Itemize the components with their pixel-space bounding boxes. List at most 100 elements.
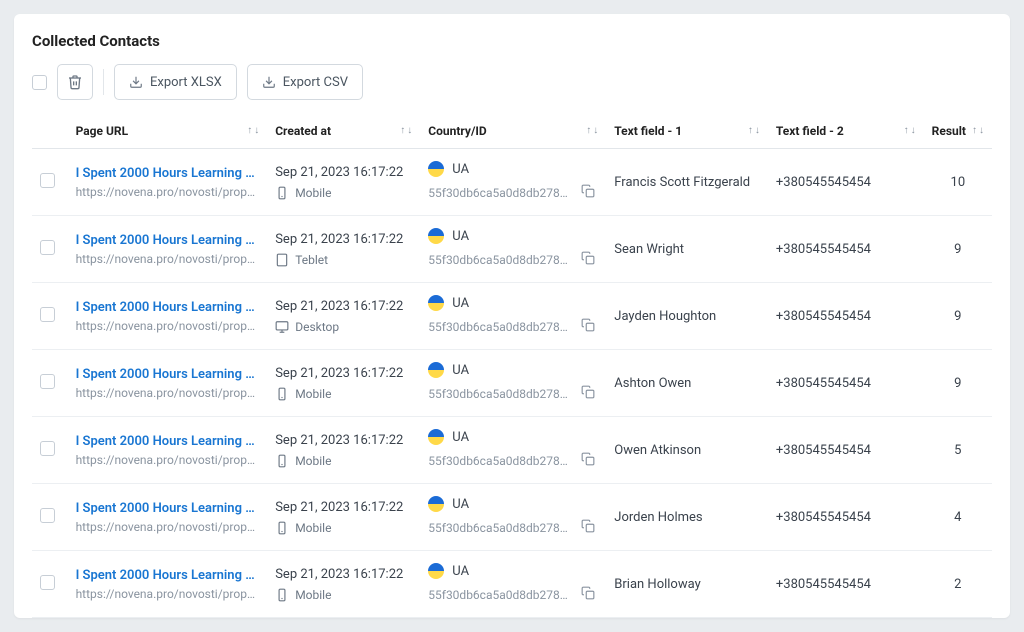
col-result[interactable]: Result↑↓ (924, 114, 992, 149)
row-checkbox[interactable] (40, 374, 55, 389)
page-title-link[interactable]: I Spent 2000 Hours Learning How To… (76, 434, 256, 449)
contacts-table: Page URL↑↓ Created at↑↓ Country/ID↑↓ Tex… (32, 114, 992, 618)
country-code: UA (452, 363, 469, 378)
device-text: Mobile (295, 521, 331, 535)
sort-icon: ↑↓ (748, 126, 760, 136)
col-page-url[interactable]: Page URL↑↓ (68, 114, 268, 149)
copy-id-button[interactable] (578, 451, 598, 471)
col-text-field-1[interactable]: Text field - 1↑↓ (606, 114, 768, 149)
created-at-text: Sep 21, 2023 16:17:22 (275, 299, 412, 314)
result-value: 5 (924, 417, 992, 484)
text-field-2: +380545545454 (768, 551, 924, 618)
flag-ua-icon (428, 161, 444, 177)
page-url-text: https://novena.pro/novosti/propal-rezhim… (76, 319, 256, 333)
country-code: UA (452, 430, 469, 445)
country-code: UA (452, 564, 469, 579)
row-checkbox[interactable] (40, 575, 55, 590)
row-checkbox[interactable] (40, 441, 55, 456)
country-code: UA (452, 162, 469, 177)
text-field-2: +380545545454 (768, 216, 924, 283)
text-field-1: Owen Atkinson (606, 417, 768, 484)
row-checkbox[interactable] (40, 307, 55, 322)
text-field-2: +380545545454 (768, 283, 924, 350)
created-at-text: Sep 21, 2023 16:17:22 (275, 232, 412, 247)
copy-id-button[interactable] (578, 518, 598, 538)
copy-icon (581, 184, 595, 202)
copy-id-button[interactable] (578, 183, 598, 203)
download-icon (129, 75, 143, 89)
row-checkbox[interactable] (40, 173, 55, 188)
device-text: Mobile (295, 186, 331, 200)
page-url-text: https://novena.pro/novosti/propal-rezhim… (76, 252, 256, 266)
page-url-text: https://novena.pro/novosti/propal-rezhim… (76, 520, 256, 534)
copy-icon (581, 385, 595, 403)
page-title-link[interactable]: I Spent 2000 Hours Learning How To… (76, 233, 256, 248)
desktop-icon (275, 320, 289, 334)
table-row: I Spent 2000 Hours Learning How To…https… (32, 551, 992, 618)
page-url-text: https://novena.pro/novosti/propal-rezhim… (76, 453, 256, 467)
table-row: I Spent 2000 Hours Learning How To…https… (32, 350, 992, 417)
toolbar: Export XLSX Export CSV (32, 64, 992, 100)
text-field-2: +380545545454 (768, 417, 924, 484)
table-row: I Spent 2000 Hours Learning How To… https… (32, 417, 992, 484)
text-field-2: +380545545454 (768, 149, 924, 216)
copy-icon (581, 519, 595, 537)
page-title-link[interactable]: I Spent 2000 Hours Learning How To… (76, 166, 256, 181)
export-xlsx-button[interactable]: Export XLSX (114, 64, 237, 100)
created-at-text: Sep 21, 2023 16:17:22 (275, 500, 412, 515)
result-value: 2 (924, 551, 992, 618)
sort-icon: ↑↓ (972, 126, 984, 136)
copy-id-button[interactable] (578, 250, 598, 270)
flag-ua-icon (428, 429, 444, 445)
page-title-link[interactable]: I Spent 2000 Hours Learning How To… (76, 300, 256, 315)
device-text: Mobile (295, 454, 331, 468)
result-value: 10 (924, 149, 992, 216)
col-country-id[interactable]: Country/ID↑↓ (420, 114, 606, 149)
record-id: 55f30db6ca5a0d8db278ff195… (428, 186, 568, 200)
flag-ua-icon (428, 228, 444, 244)
page-title-link[interactable]: I Spent 2000 Hours Learning How To… (76, 501, 256, 516)
mobile-icon (275, 186, 289, 200)
mobile-icon (275, 588, 289, 602)
text-field-1: Ashton Owen (606, 350, 768, 417)
flag-ua-icon (428, 496, 444, 512)
created-at-text: Sep 21, 2023 16:17:22 (275, 567, 412, 582)
page-url-text: https://novena.pro/novosti/propal-rezhim… (76, 185, 256, 199)
copy-id-button[interactable] (578, 384, 598, 404)
record-id: 55f30db6ca5a0d8db278ff195… (428, 387, 568, 401)
export-csv-button[interactable]: Export CSV (247, 64, 363, 100)
row-checkbox[interactable] (40, 240, 55, 255)
flag-ua-icon (428, 563, 444, 579)
flag-ua-icon (428, 362, 444, 378)
page-title: Collected Contacts (32, 32, 992, 50)
col-checkbox (32, 114, 68, 149)
table-row: I Spent 2000 Hours Learning How To… https… (32, 283, 992, 350)
select-all-checkbox[interactable] (32, 75, 47, 90)
col-text-field-2[interactable]: Text field - 2↑↓ (768, 114, 924, 149)
tablet-icon (275, 253, 289, 267)
sort-icon: ↑↓ (400, 126, 412, 136)
created-at-text: Sep 21, 2023 16:17:22 (275, 366, 412, 381)
created-at-text: Sep 21, 2023 16:17:22 (275, 165, 412, 180)
col-created-at[interactable]: Created at↑↓ (267, 114, 420, 149)
flag-ua-icon (428, 295, 444, 311)
copy-id-button[interactable] (578, 317, 598, 337)
device-text: Desktop (295, 320, 339, 334)
page-title-link[interactable]: I Spent 2000 Hours Learning How To… (76, 367, 256, 382)
table-row: I Spent 2000 Hours Learning How To… https… (32, 484, 992, 551)
record-id: 55f30db6ca5a0d8db278ff195… (428, 454, 568, 468)
row-checkbox[interactable] (40, 508, 55, 523)
delete-button[interactable] (57, 64, 93, 100)
device-text: Mobile (295, 387, 331, 401)
table-row: I Spent 2000 Hours Learning How To… https… (32, 149, 992, 216)
country-code: UA (452, 497, 469, 512)
toolbar-separator (103, 69, 104, 95)
result-value: 4 (924, 484, 992, 551)
export-xlsx-label: Export XLSX (150, 75, 222, 90)
created-at-text: Sep 21, 2023 16:17:22 (275, 433, 412, 448)
download-icon (262, 75, 276, 89)
result-value: 9 (924, 216, 992, 283)
sort-icon: ↑↓ (247, 126, 259, 136)
country-code: UA (452, 296, 469, 311)
copy-id-button[interactable] (578, 585, 598, 605)
